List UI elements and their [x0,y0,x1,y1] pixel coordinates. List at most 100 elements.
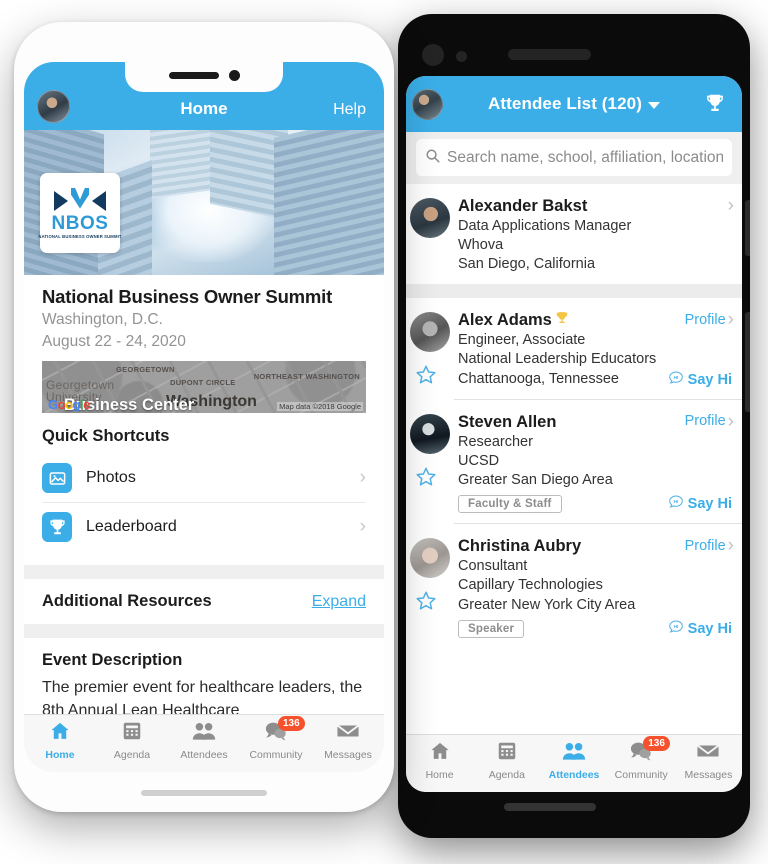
attendee-name-text: Alexander Bakst [458,197,588,215]
expand-link[interactable]: Expand [312,593,366,611]
tab-label: Attendees [548,769,600,781]
bookmark-star-icon[interactable] [415,590,437,616]
calendar-icon [496,740,518,767]
avatar[interactable] [412,89,443,120]
tab-attendees[interactable]: Attendees [540,740,607,781]
attendee-name-text: Christina Aubry [458,537,582,556]
profile-link[interactable]: Profile [685,538,726,554]
chevron-right-icon: › [727,410,734,432]
shortcut-photos[interactable]: Photos › [42,454,366,502]
shortcut-label: Leaderboard [86,518,177,536]
bookmark-star-icon[interactable] [415,364,437,390]
avatar[interactable] [410,413,450,454]
avatar[interactable] [410,312,450,353]
speech-bubble-icon: HI [668,619,684,639]
tab-messages[interactable]: Messages [312,720,384,761]
logo-wordmark: NBOS [51,212,109,234]
row-actions[interactable]: Profile › [685,310,734,329]
speech-bubble-icon: HI [668,370,684,390]
chevron-right-shape [92,190,106,211]
row-actions[interactable]: Profile › [685,536,734,555]
power-button[interactable] [745,312,750,412]
status-badge: Speaker [458,619,525,638]
list-item[interactable]: Alexander Bakst Data Applications Manage… [406,184,742,284]
avatar[interactable] [410,538,450,579]
map-attribution: Map data ©2018 Google [277,402,363,412]
row-actions[interactable]: Profile › [685,412,734,431]
trophy-icon [42,512,72,543]
android-phone-frame: Attendee List (120) Search name, school,… [398,14,750,838]
iphone-screen: Home Help NBOS NATIONAL BUSINESS OWNER S… [24,62,384,772]
earpiece-speaker [169,72,219,79]
tab-label: Messages [684,769,733,781]
trophy-icon[interactable] [704,93,726,119]
device-notch [125,62,283,92]
list-item[interactable]: Steven Allen Researcher UCSD Greater San… [406,400,742,523]
logo-subtitle: NATIONAL BUSINESS OWNER SUMMIT [38,233,122,239]
shortcut-leaderboard[interactable]: Leaderboard › [42,502,366,551]
people-icon [562,740,586,767]
event-title: National Business Owner Summit [42,286,333,307]
home-icon [429,740,451,767]
say-hi-label: Say Hi [687,496,732,513]
nbos-mark-icon [52,187,108,213]
chevron-right-icon: › [727,195,734,216]
chevron-left-shape [54,190,68,211]
chevron-right-icon: › [359,467,366,489]
tab-label: Home [45,749,75,761]
tab-community[interactable]: Community 136 [608,736,675,781]
event-logo: NBOS NATIONAL BUSINESS OWNER SUMMIT [38,173,122,253]
avatar[interactable] [410,198,450,238]
page-title[interactable]: Attendee List (120) [488,94,660,114]
section-divider [24,624,384,639]
tab-label: Community [249,749,303,761]
attendee-list-header: Attendee List (120) [406,76,742,132]
profile-link[interactable]: Profile [685,413,726,429]
tab-agenda[interactable]: Agenda [96,720,168,761]
attendee-location: San Diego, California [458,256,596,273]
bookmark-star-icon[interactable] [415,466,437,492]
tab-agenda[interactable]: Agenda [473,740,540,781]
list-item[interactable]: Christina Aubry Consultant Capillary Tec… [406,524,742,647]
building-decoration [274,130,384,275]
tab-community[interactable]: Community 136 [240,716,312,761]
search-input[interactable]: Search name, school, affiliation, locati… [416,139,732,176]
event-location: Washington, D.C. [42,311,163,328]
front-camera-icon [422,44,444,66]
row-actions[interactable]: › [728,196,734,215]
tab-home[interactable]: Home [406,740,473,781]
volume-button[interactable] [745,200,750,256]
say-hi-button[interactable]: HI Say Hi [668,494,732,514]
screenshot-stage: Attendee List (120) Search name, school,… [0,0,768,864]
help-button[interactable]: Help [333,101,366,119]
attendee-title: Researcher [458,433,533,450]
svg-text:HI: HI [673,624,678,629]
chevron-right-icon: › [359,516,366,538]
attendee-company: UCSD [458,452,500,469]
tab-home[interactable]: Home [24,720,96,761]
say-hi-button[interactable]: HI Say Hi [668,370,732,390]
profile-link[interactable]: Profile [685,312,726,328]
list-item[interactable]: Alex Adams Engineer, Associate National … [406,298,742,398]
shortcut-label: Photos [86,469,136,487]
additional-resources-section[interactable]: Additional Resources Expand [24,579,384,624]
envelope-icon [336,720,360,747]
notification-badge: 136 [278,716,305,731]
venue-map[interactable]: GEORGETOWN DUPONT CIRCLE NORTHEAST WASHI… [42,361,366,414]
front-camera-icon [229,70,240,81]
search-bar-container: Search name, school, affiliation, locati… [406,132,742,184]
tab-messages[interactable]: Messages [675,740,742,781]
sensor-icon [456,51,467,62]
tab-label: Messages [324,749,372,761]
google-logo: Google [48,397,90,413]
say-hi-button[interactable]: HI Say Hi [668,619,732,639]
bottom-tab-bar: Home Agenda Attendees Community 136 Mess… [24,714,384,772]
attendee-company: Whova [458,236,504,253]
say-hi-label: Say Hi [687,371,732,388]
page-title-text: Attendee List (120) [488,94,642,113]
tab-attendees[interactable]: Attendees [168,720,240,761]
avatar[interactable] [37,90,70,123]
event-banner-image: NBOS NATIONAL BUSINESS OWNER SUMMIT [24,130,384,275]
tab-label: Agenda [113,749,151,761]
search-placeholder: Search name, school, affiliation, locati… [447,148,723,166]
